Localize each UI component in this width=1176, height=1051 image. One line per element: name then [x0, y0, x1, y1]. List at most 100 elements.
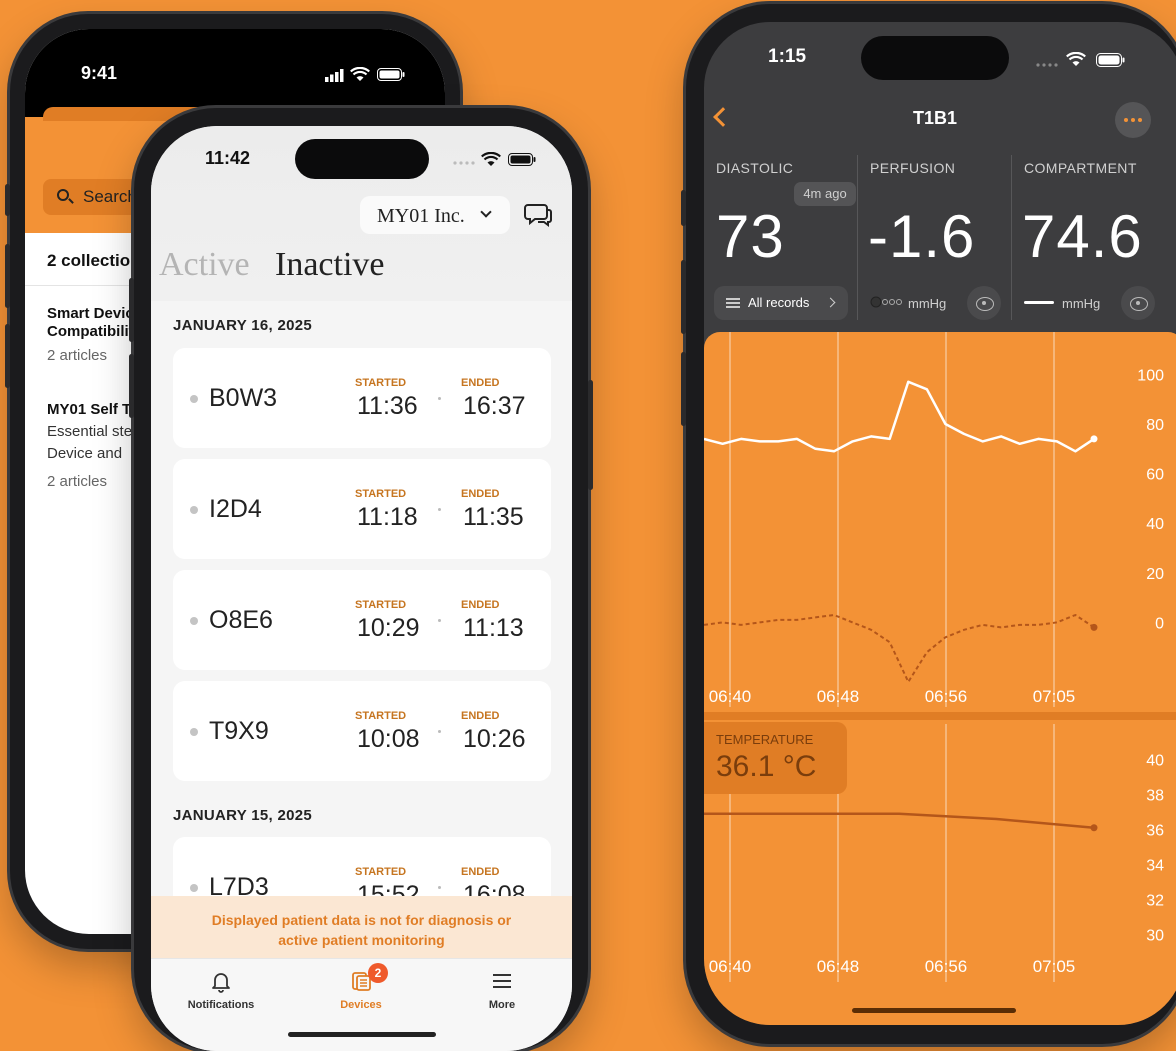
started-time: 11:18	[357, 503, 418, 531]
list-icon	[726, 298, 740, 308]
y-tick-label: 30	[1146, 928, 1164, 945]
metric-label: PERFUSION	[870, 160, 956, 176]
more-options-button[interactable]	[1115, 102, 1151, 138]
series-end-point	[1090, 623, 1098, 631]
ended-label: ENDED	[461, 710, 500, 722]
x-tick-label: 07:05	[1033, 957, 1076, 976]
tab-notifications[interactable]: Notifications	[166, 969, 276, 1011]
metric-label: DIASTOLIC	[716, 160, 794, 176]
x-tick-label: 06:40	[709, 687, 752, 706]
started-label: STARTED	[355, 710, 407, 722]
x-tick-label: 06:56	[925, 687, 968, 706]
status-time: 11:42	[205, 148, 251, 168]
date-header: JANUARY 16, 2025	[173, 317, 313, 334]
y-tick-label: 0	[1155, 615, 1164, 632]
y-tick-label: 38	[1146, 788, 1164, 805]
tab-label: Devices	[340, 999, 382, 1011]
status-bar: 9:41	[25, 29, 445, 117]
ended-label: ENDED	[461, 866, 500, 878]
all-records-label: All records	[748, 295, 810, 310]
ended-label: ENDED	[461, 599, 500, 611]
y-tick-label: 40	[1146, 516, 1164, 533]
battery-icon	[1096, 53, 1125, 67]
disclaimer-banner: Displayed patient data is not for diagno…	[151, 896, 572, 958]
status-time: 9:41	[81, 63, 118, 83]
dynamic-island	[295, 139, 429, 179]
temperature-card: TEMPERATURE 36.1 °C	[704, 722, 847, 794]
battery-icon	[508, 153, 536, 166]
search-placeholder: Search	[83, 187, 137, 206]
eye-icon[interactable]	[1121, 286, 1155, 320]
disclaimer-text: active patient monitoring	[278, 932, 445, 948]
session-card[interactable]: B0W3 STARTED 11:36 ENDED 16:37	[173, 348, 551, 448]
session-code: B0W3	[209, 384, 278, 412]
search-icon	[57, 189, 69, 201]
session-card[interactable]: I2D4 STARTED 11:18 ENDED 11:35	[173, 459, 551, 559]
tab-more[interactable]: More	[447, 969, 557, 1011]
signal-icon	[1036, 63, 1058, 67]
tab-bar: Notifications 2 Devices More	[151, 958, 572, 1051]
ended-label: ENDED	[461, 377, 500, 389]
wifi-icon	[1066, 52, 1086, 66]
session-card[interactable]: O8E6 STARTED 10:29 ENDED 11:13	[173, 570, 551, 670]
x-tick-label: 07:05	[1033, 687, 1076, 706]
collection-meta: 2 articles	[47, 473, 108, 490]
x-tick-label: 06:40	[709, 957, 752, 976]
eye-icon[interactable]	[967, 286, 1001, 320]
chevron-down-icon	[480, 206, 492, 218]
solid-line-legend-icon	[1024, 301, 1054, 304]
metric-value: 73	[716, 203, 785, 270]
tab-active[interactable]: Active	[159, 246, 250, 284]
metric-unit: mmHg	[908, 296, 947, 311]
series-line-dashed	[704, 614, 1095, 683]
y-tick-label: 40	[1146, 753, 1164, 770]
disclaimer-text: Displayed patient data is not for diagno…	[211, 912, 512, 928]
tab-label: More	[488, 999, 516, 1011]
y-tick-label: 36	[1146, 823, 1164, 840]
collection-meta: 2 articles	[47, 347, 108, 364]
y-tick-label: 60	[1146, 467, 1164, 484]
series-end-point	[1090, 435, 1098, 443]
started-label: STARTED	[355, 599, 407, 611]
bell-icon	[212, 973, 230, 993]
notification-badge: 2	[368, 963, 388, 983]
chat-icon[interactable]	[524, 202, 552, 228]
home-indicator	[852, 1008, 1016, 1013]
session-code: T9X9	[209, 717, 269, 745]
dotted-line-legend-icon	[870, 296, 902, 308]
all-records-button[interactable]: All records	[714, 286, 848, 320]
status-time: 1:15	[768, 46, 807, 67]
tab-devices[interactable]: 2 Devices	[306, 963, 416, 1011]
series-line	[704, 812, 1095, 830]
metric-unit: mmHg	[1062, 296, 1101, 311]
ended-time: 10:26	[463, 725, 526, 753]
trend-charts: 100 80 60 40 20 0 06:40 06:48 06:56 07:05 40 38 36 34…	[704, 332, 1176, 982]
started-label: STARTED	[355, 488, 407, 500]
series-end-point	[1090, 824, 1098, 832]
y-tick-label: 80	[1146, 417, 1164, 434]
last-updated-badge: 4m ago	[794, 182, 856, 206]
battery-icon	[377, 68, 405, 81]
collection-description: Essential steps	[47, 423, 148, 440]
device-title: T1B1	[912, 108, 957, 128]
ended-time: 11:13	[463, 614, 524, 642]
session-card[interactable]: T9X9 STARTED 10:08 ENDED 10:26	[173, 681, 551, 781]
ended-label: ENDED	[461, 488, 500, 500]
x-tick-label: 06:48	[817, 957, 860, 976]
ended-time: 11:35	[463, 503, 524, 531]
y-tick-label: 34	[1146, 858, 1164, 875]
temperature-label: TEMPERATURE	[716, 732, 814, 747]
front-phone: 11:42 MY01 Inc. Active Inactive JANUARY …	[129, 108, 593, 1051]
started-time: 10:08	[357, 725, 420, 753]
y-tick-label: 100	[1137, 367, 1164, 384]
collection-title: Smart Device	[47, 305, 143, 322]
right-phone: 1:15 T1B1 DIASTOLIC 73 4m ago All record…	[681, 4, 1176, 1044]
organization-selector[interactable]: MY01 Inc.	[360, 196, 510, 234]
chevron-right-icon	[825, 297, 836, 308]
tab-inactive[interactable]: Inactive	[275, 246, 385, 284]
wifi-icon	[481, 152, 501, 166]
started-label: STARTED	[355, 866, 407, 878]
menu-icon	[493, 974, 511, 988]
metric-value: -1.6	[868, 203, 976, 270]
right-screen: 1:15 T1B1 DIASTOLIC 73 4m ago All record…	[704, 22, 1176, 1025]
